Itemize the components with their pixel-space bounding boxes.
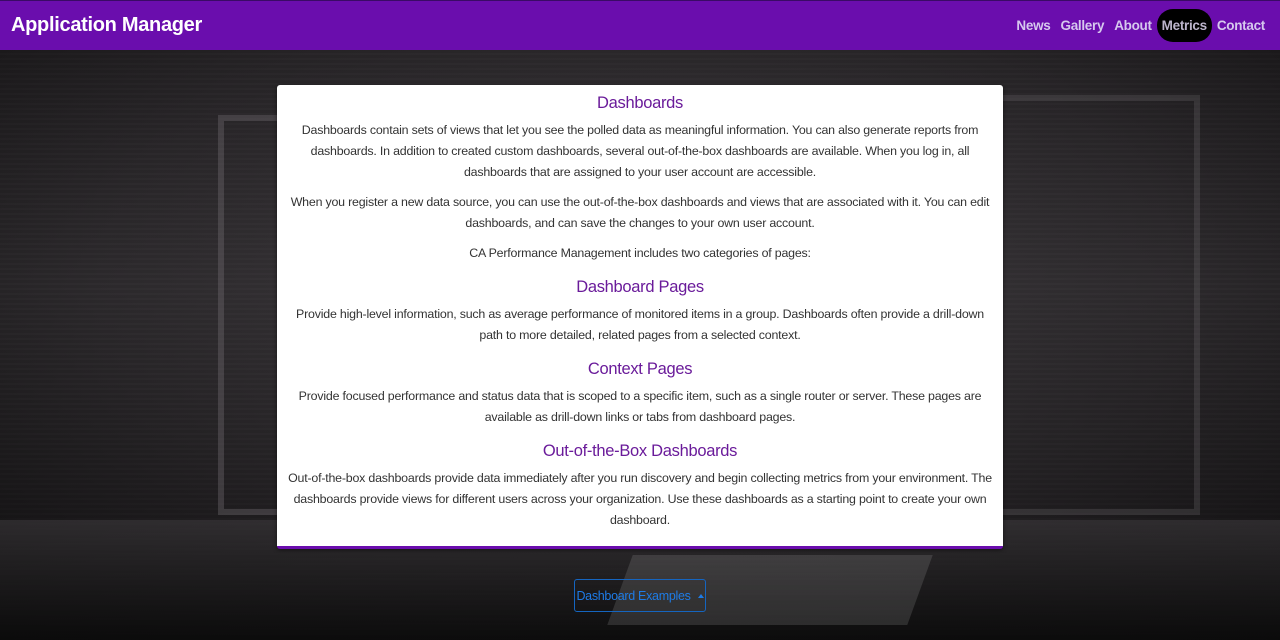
nav-item-news[interactable]: News	[1011, 10, 1055, 41]
section-heading-dashboard-pages: Dashboard Pages	[576, 278, 704, 296]
nav-item-metrics[interactable]: Metrics	[1156, 9, 1212, 42]
nav-menu: News Gallery About Metrics Contact	[1011, 9, 1270, 42]
content-card: Dashboards Dashboards contain sets of vi…	[277, 85, 1003, 549]
dashboard-examples-dropdown[interactable]: Dashboard Examples	[574, 579, 706, 612]
intro-paragraph-2: When you register a new data source, you…	[290, 195, 990, 230]
intro-paragraph-3: CA Performance Management includes two c…	[469, 246, 811, 260]
page-title: Dashboards	[597, 94, 683, 112]
section-text-ootb-dashboards: Out-of-the-box dashboards provide data i…	[288, 471, 992, 527]
navbar: Application Manager News Gallery About M…	[0, 0, 1280, 50]
section-heading-context-pages: Context Pages	[587, 360, 693, 378]
dropdown-label: Dashboard Examples	[576, 588, 691, 603]
section-text-dashboard-pages: Provide high-level information, such as …	[296, 307, 984, 342]
caret-up-icon	[697, 593, 704, 598]
brand-title[interactable]: Application Manager	[11, 14, 202, 37]
intro-paragraph-1: Dashboards contain sets of views that le…	[301, 123, 979, 179]
nav-item-gallery[interactable]: Gallery	[1056, 10, 1110, 41]
nav-item-about[interactable]: About	[1109, 10, 1156, 41]
section-heading-ootb-dashboards: Out-of-the-Box Dashboards	[542, 442, 738, 460]
nav-item-contact[interactable]: Contact	[1212, 10, 1270, 41]
background-monitor-shape	[1000, 95, 1200, 515]
section-text-context-pages: Provide focused performance and status d…	[298, 389, 982, 424]
